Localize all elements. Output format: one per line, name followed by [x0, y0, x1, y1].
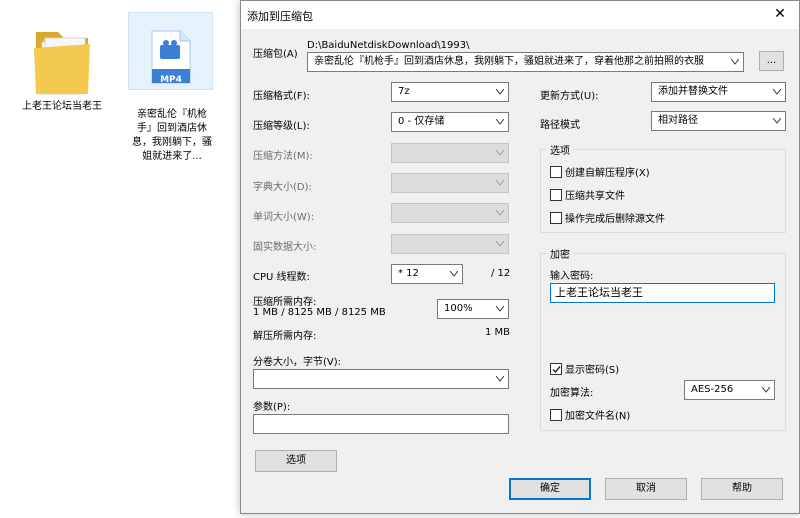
checkmark-icon [552, 365, 561, 373]
chevron-down-icon [731, 59, 739, 65]
encryption-method-value: AES-256 [691, 384, 734, 395]
decompress-memory-value: 1 MB [485, 327, 511, 338]
checkbox-box [550, 362, 562, 375]
cpu-threads-total: / 12 [491, 268, 511, 279]
close-icon[interactable]: ✕ [769, 4, 791, 24]
cancel-button[interactable]: 取消 [605, 478, 687, 500]
folder-icon [34, 32, 90, 95]
archive-path: D:\BaiduNetdiskDownload\1993\ [307, 40, 470, 51]
format-select[interactable]: 7z [391, 82, 509, 102]
path-mode-value: 相对路径 [658, 115, 698, 126]
method-label: 压缩方法(M): [253, 151, 313, 162]
cpu-threads-select[interactable]: * 12 [391, 264, 463, 284]
memory-percent-select[interactable]: 100% [437, 299, 509, 319]
options-group-title: 选项 [547, 142, 573, 157]
chevron-down-icon [496, 376, 504, 382]
level-label: 压缩等级(L): [253, 121, 310, 132]
split-size-label: 分卷大小，字节(V): [253, 357, 342, 368]
path-mode-select[interactable]: 相对路径 [651, 111, 786, 131]
encryption-group-title: 加密 [547, 246, 573, 261]
create-sfx-label: 创建自解压程序(X) [565, 168, 650, 179]
chevron-down-icon [496, 210, 504, 216]
update-mode-select[interactable]: 添加并替换文件 [651, 82, 786, 102]
chevron-down-icon [496, 180, 504, 186]
dialog-titlebar[interactable]: 添加到压缩包 ✕ [241, 1, 799, 29]
encryption-method-label: 加密算法: [550, 388, 594, 399]
chevron-down-icon [762, 387, 770, 393]
method-select [391, 143, 509, 163]
parameters-label: 参数(P): [253, 402, 291, 413]
format-value: 7z [398, 86, 410, 97]
password-label: 输入密码: [550, 271, 594, 282]
encryption-method-select[interactable]: AES-256 [684, 380, 775, 400]
show-password-checkbox[interactable]: 显示密码(S) [550, 361, 619, 376]
encrypt-filenames-label: 加密文件名(N) [565, 411, 631, 422]
checkbox-box [550, 211, 562, 224]
update-mode-value: 添加并替换文件 [658, 86, 728, 97]
solid-size-select [391, 234, 509, 254]
archive-name-value: 亲密乱伦『机枪手』回到酒店休息，我刚躺下，骚姐就进来了，穿着他那之前拍照的衣服 [314, 56, 704, 67]
browse-button[interactable]: ... [759, 51, 784, 71]
dictionary-select [391, 173, 509, 193]
archive-name-combo[interactable]: 亲密乱伦『机枪手』回到酒店休息，我刚躺下，骚姐就进来了，穿着他那之前拍照的衣服 [307, 52, 744, 72]
password-value: 上老王论坛当老王 [555, 286, 643, 299]
chevron-down-icon [496, 241, 504, 247]
delete-after-checkbox[interactable]: 操作完成后删除源文件 [550, 210, 665, 225]
parameters-input[interactable] [253, 414, 509, 434]
options-button[interactable]: 选项 [255, 450, 337, 472]
word-size-select [391, 203, 509, 223]
split-size-combo[interactable] [253, 369, 509, 389]
help-button[interactable]: 帮助 [701, 478, 783, 500]
dialog-title: 添加到压缩包 [247, 10, 313, 23]
delete-after-label: 操作完成后删除源文件 [565, 214, 665, 225]
show-password-label: 显示密码(S) [565, 365, 620, 376]
checkbox-box [550, 165, 562, 178]
create-sfx-checkbox[interactable]: 创建自解压程序(X) [550, 164, 650, 179]
path-mode-label: 路径模式 [540, 120, 580, 131]
chevron-down-icon [773, 118, 781, 124]
memory-percent-value: 100% [444, 303, 473, 314]
compress-memory-value: 1 MB / 8125 MB / 8125 MB [253, 307, 386, 318]
update-mode-label: 更新方式(U): [540, 91, 599, 102]
archive-label: 压缩包(A) [253, 49, 298, 60]
compress-shared-label: 压缩共享文件 [565, 191, 625, 202]
password-input[interactable]: 上老王论坛当老王 [550, 283, 775, 303]
cpu-threads-value: * 12 [398, 268, 419, 279]
compress-shared-checkbox[interactable]: 压缩共享文件 [550, 187, 625, 202]
folder-label: 上老王论坛当老王 [22, 101, 102, 112]
cpu-threads-label: CPU 线程数: [253, 272, 310, 283]
chevron-down-icon [496, 89, 504, 95]
video-file-label: 亲密乱伦『机枪手』回到酒店休息，我刚躺下，骚姐就进来了... [132, 109, 212, 162]
decompress-memory-label: 解压所需内存: [253, 331, 317, 342]
desktop-video-file[interactable]: MP4 亲密乱伦『机枪手』回到酒店休息，我刚躺下，骚姐就进来了... [128, 12, 214, 162]
compress-memory-label: 压缩所需内存: [253, 297, 317, 308]
solid-size-label: 固实数据大小: [253, 242, 317, 253]
chevron-down-icon [496, 119, 504, 125]
dictionary-label: 字典大小(D): [253, 182, 312, 193]
chevron-down-icon [450, 271, 458, 277]
file-type-badge: MP4 [160, 75, 182, 85]
checkbox-box [550, 188, 562, 201]
word-size-label: 单词大小(W): [253, 212, 315, 223]
desktop-folder[interactable]: 上老王论坛当老王 [14, 12, 110, 113]
chevron-down-icon [773, 89, 781, 95]
add-to-archive-dialog: 添加到压缩包 ✕ 压缩包(A) D:\BaiduNetdiskDownload\… [240, 0, 800, 514]
level-value: 0 - 仅存储 [398, 116, 445, 127]
level-select[interactable]: 0 - 仅存储 [391, 112, 509, 132]
chevron-down-icon [496, 306, 504, 312]
ok-button[interactable]: 确定 [509, 478, 591, 500]
encrypt-filenames-checkbox[interactable]: 加密文件名(N) [550, 407, 630, 422]
format-label: 压缩格式(F): [253, 91, 310, 102]
chevron-down-icon [496, 150, 504, 156]
checkbox-box [550, 408, 562, 421]
